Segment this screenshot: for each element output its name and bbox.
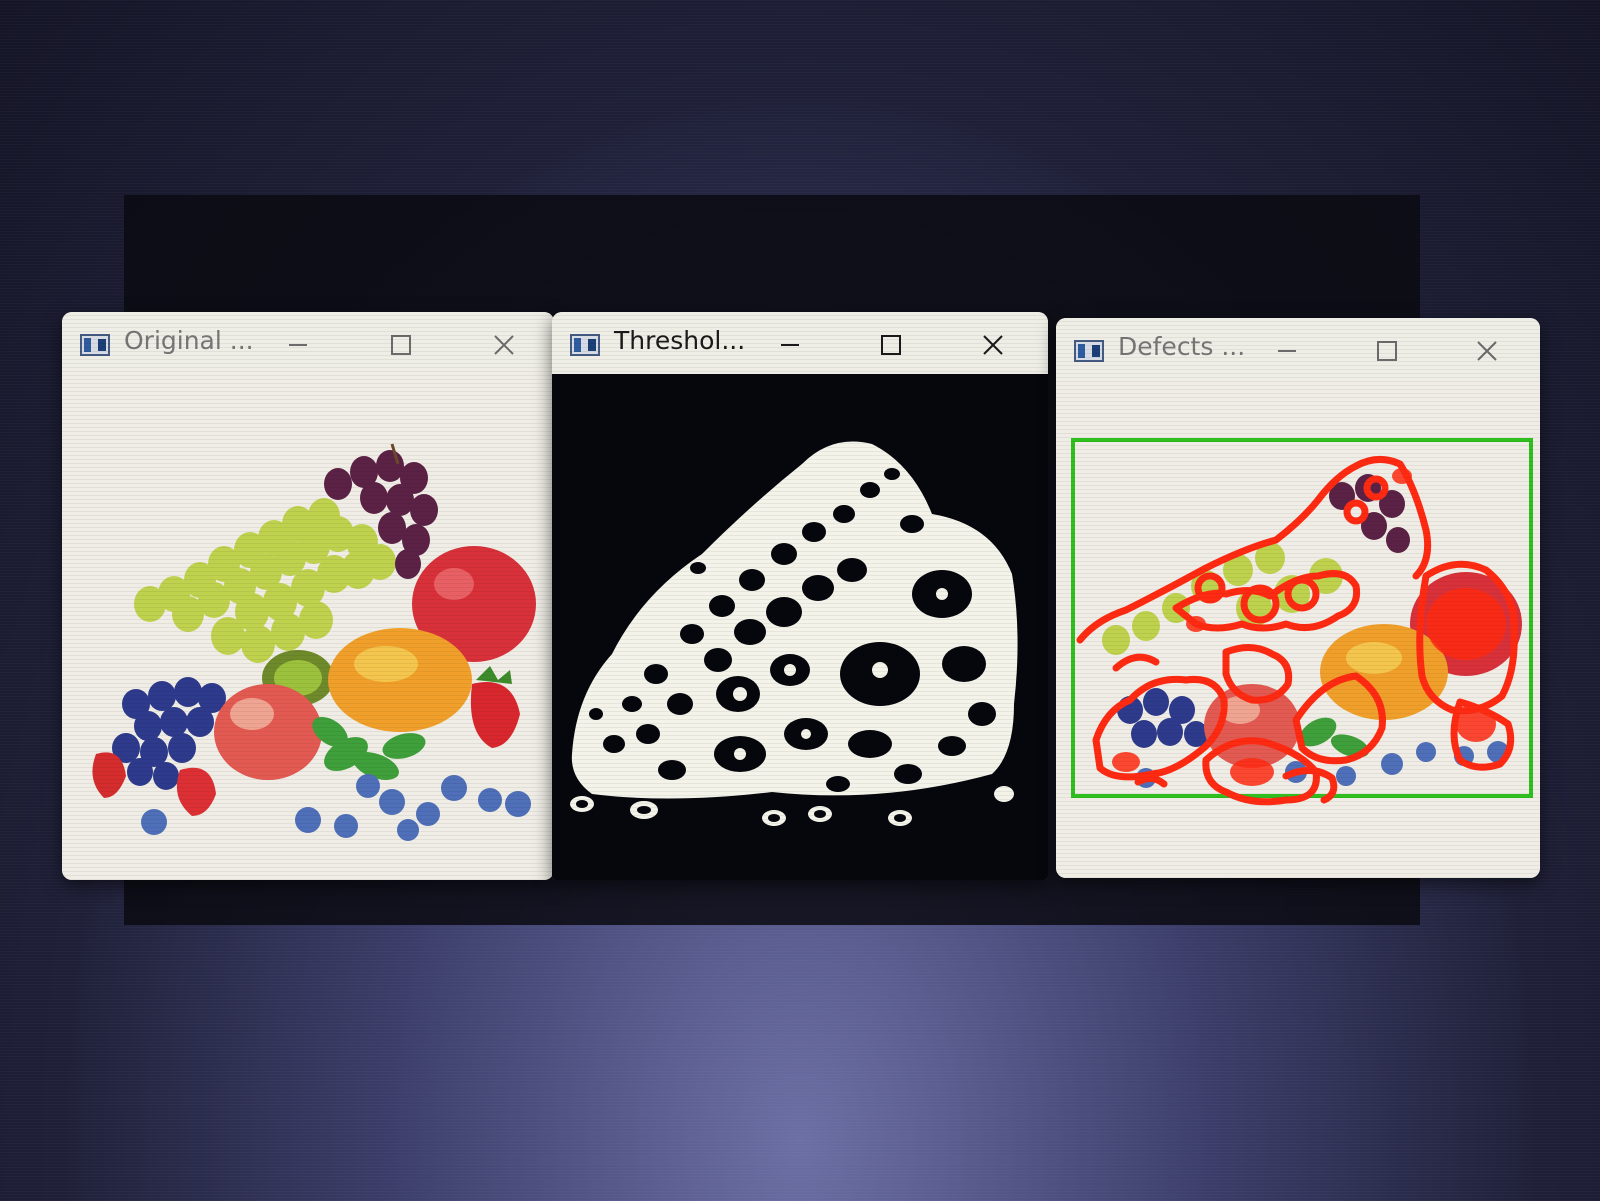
close-icon[interactable] [976, 328, 1010, 362]
defects-titlebar[interactable]: Defects ... [1056, 318, 1540, 380]
threshold-titlebar[interactable]: Threshol... [552, 312, 1048, 374]
defects-image [1056, 380, 1540, 878]
opencv-window-icon [1074, 340, 1104, 362]
original-titlebar[interactable]: Original ... [62, 312, 554, 374]
minimize-icon[interactable] [1270, 334, 1304, 368]
threshold-window-title: Threshol... [614, 326, 746, 355]
threshold-window[interactable]: Threshol... [552, 312, 1048, 880]
close-icon[interactable] [1470, 334, 1504, 368]
original-window-title: Original ... [124, 326, 254, 355]
minimize-icon[interactable] [773, 328, 807, 362]
maximize-icon[interactable] [1370, 334, 1404, 368]
maximize-icon[interactable] [384, 328, 418, 362]
minimize-icon[interactable] [281, 328, 315, 362]
maximize-icon[interactable] [874, 328, 908, 362]
opencv-window-icon [80, 334, 110, 356]
defects-window-title: Defects ... [1118, 332, 1246, 361]
close-icon[interactable] [487, 328, 521, 362]
defects-window[interactable]: Defects ... [1056, 318, 1540, 878]
original-window[interactable]: Original ... [62, 312, 554, 880]
opencv-window-icon [570, 334, 600, 356]
original-image [62, 374, 554, 880]
threshold-image [552, 374, 1048, 880]
